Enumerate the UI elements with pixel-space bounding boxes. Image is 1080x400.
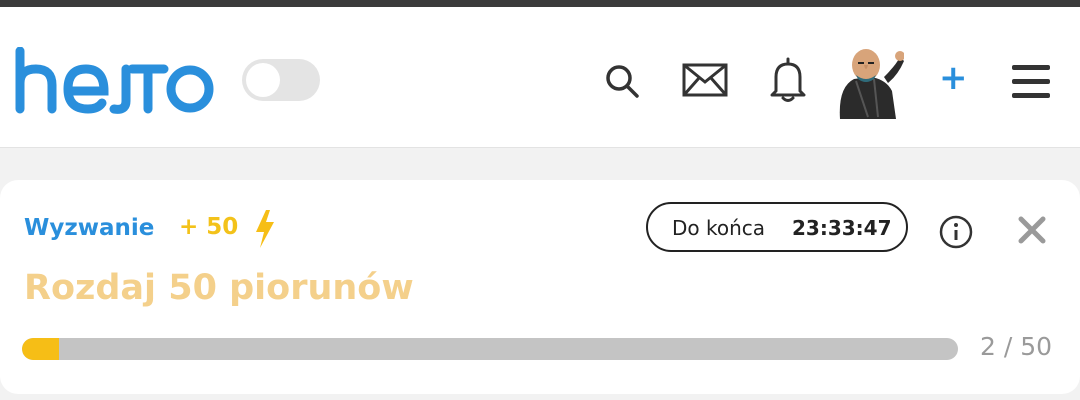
progress-count: 2 / 50: [980, 332, 1053, 361]
time-remaining-badge: Do końca 23:33:47: [646, 202, 908, 252]
reward-amount: + 50: [179, 214, 239, 240]
lightning-icon: [252, 208, 278, 254]
add-post-button[interactable]: +: [939, 61, 968, 95]
logo-graphic: [15, 46, 214, 114]
avatar[interactable]: [834, 47, 905, 119]
dark-mode-toggle[interactable]: [242, 59, 320, 101]
site-logo[interactable]: [14, 46, 214, 128]
search-icon[interactable]: [604, 63, 640, 103]
progress-fill: [22, 338, 60, 360]
timer-label: Do końca: [672, 216, 766, 240]
info-icon[interactable]: [938, 214, 974, 254]
challenge-label: Wyzwanie: [24, 215, 155, 241]
challenge-card: Wyzwanie + 50 Do końca 23:33:47 Rozdaj 5…: [0, 180, 1080, 394]
site-header: +: [0, 7, 1080, 148]
challenge-title: Rozdaj 50 piorunów: [24, 268, 414, 308]
bell-icon[interactable]: [770, 55, 806, 107]
mail-icon[interactable]: [682, 63, 728, 101]
toggle-knob: [246, 63, 280, 97]
close-icon[interactable]: [1018, 216, 1046, 248]
timer-value: 23:33:47: [792, 216, 892, 240]
menu-icon[interactable]: [1010, 63, 1052, 105]
progress-bar: [22, 338, 958, 360]
status-bar: [0, 0, 1080, 7]
